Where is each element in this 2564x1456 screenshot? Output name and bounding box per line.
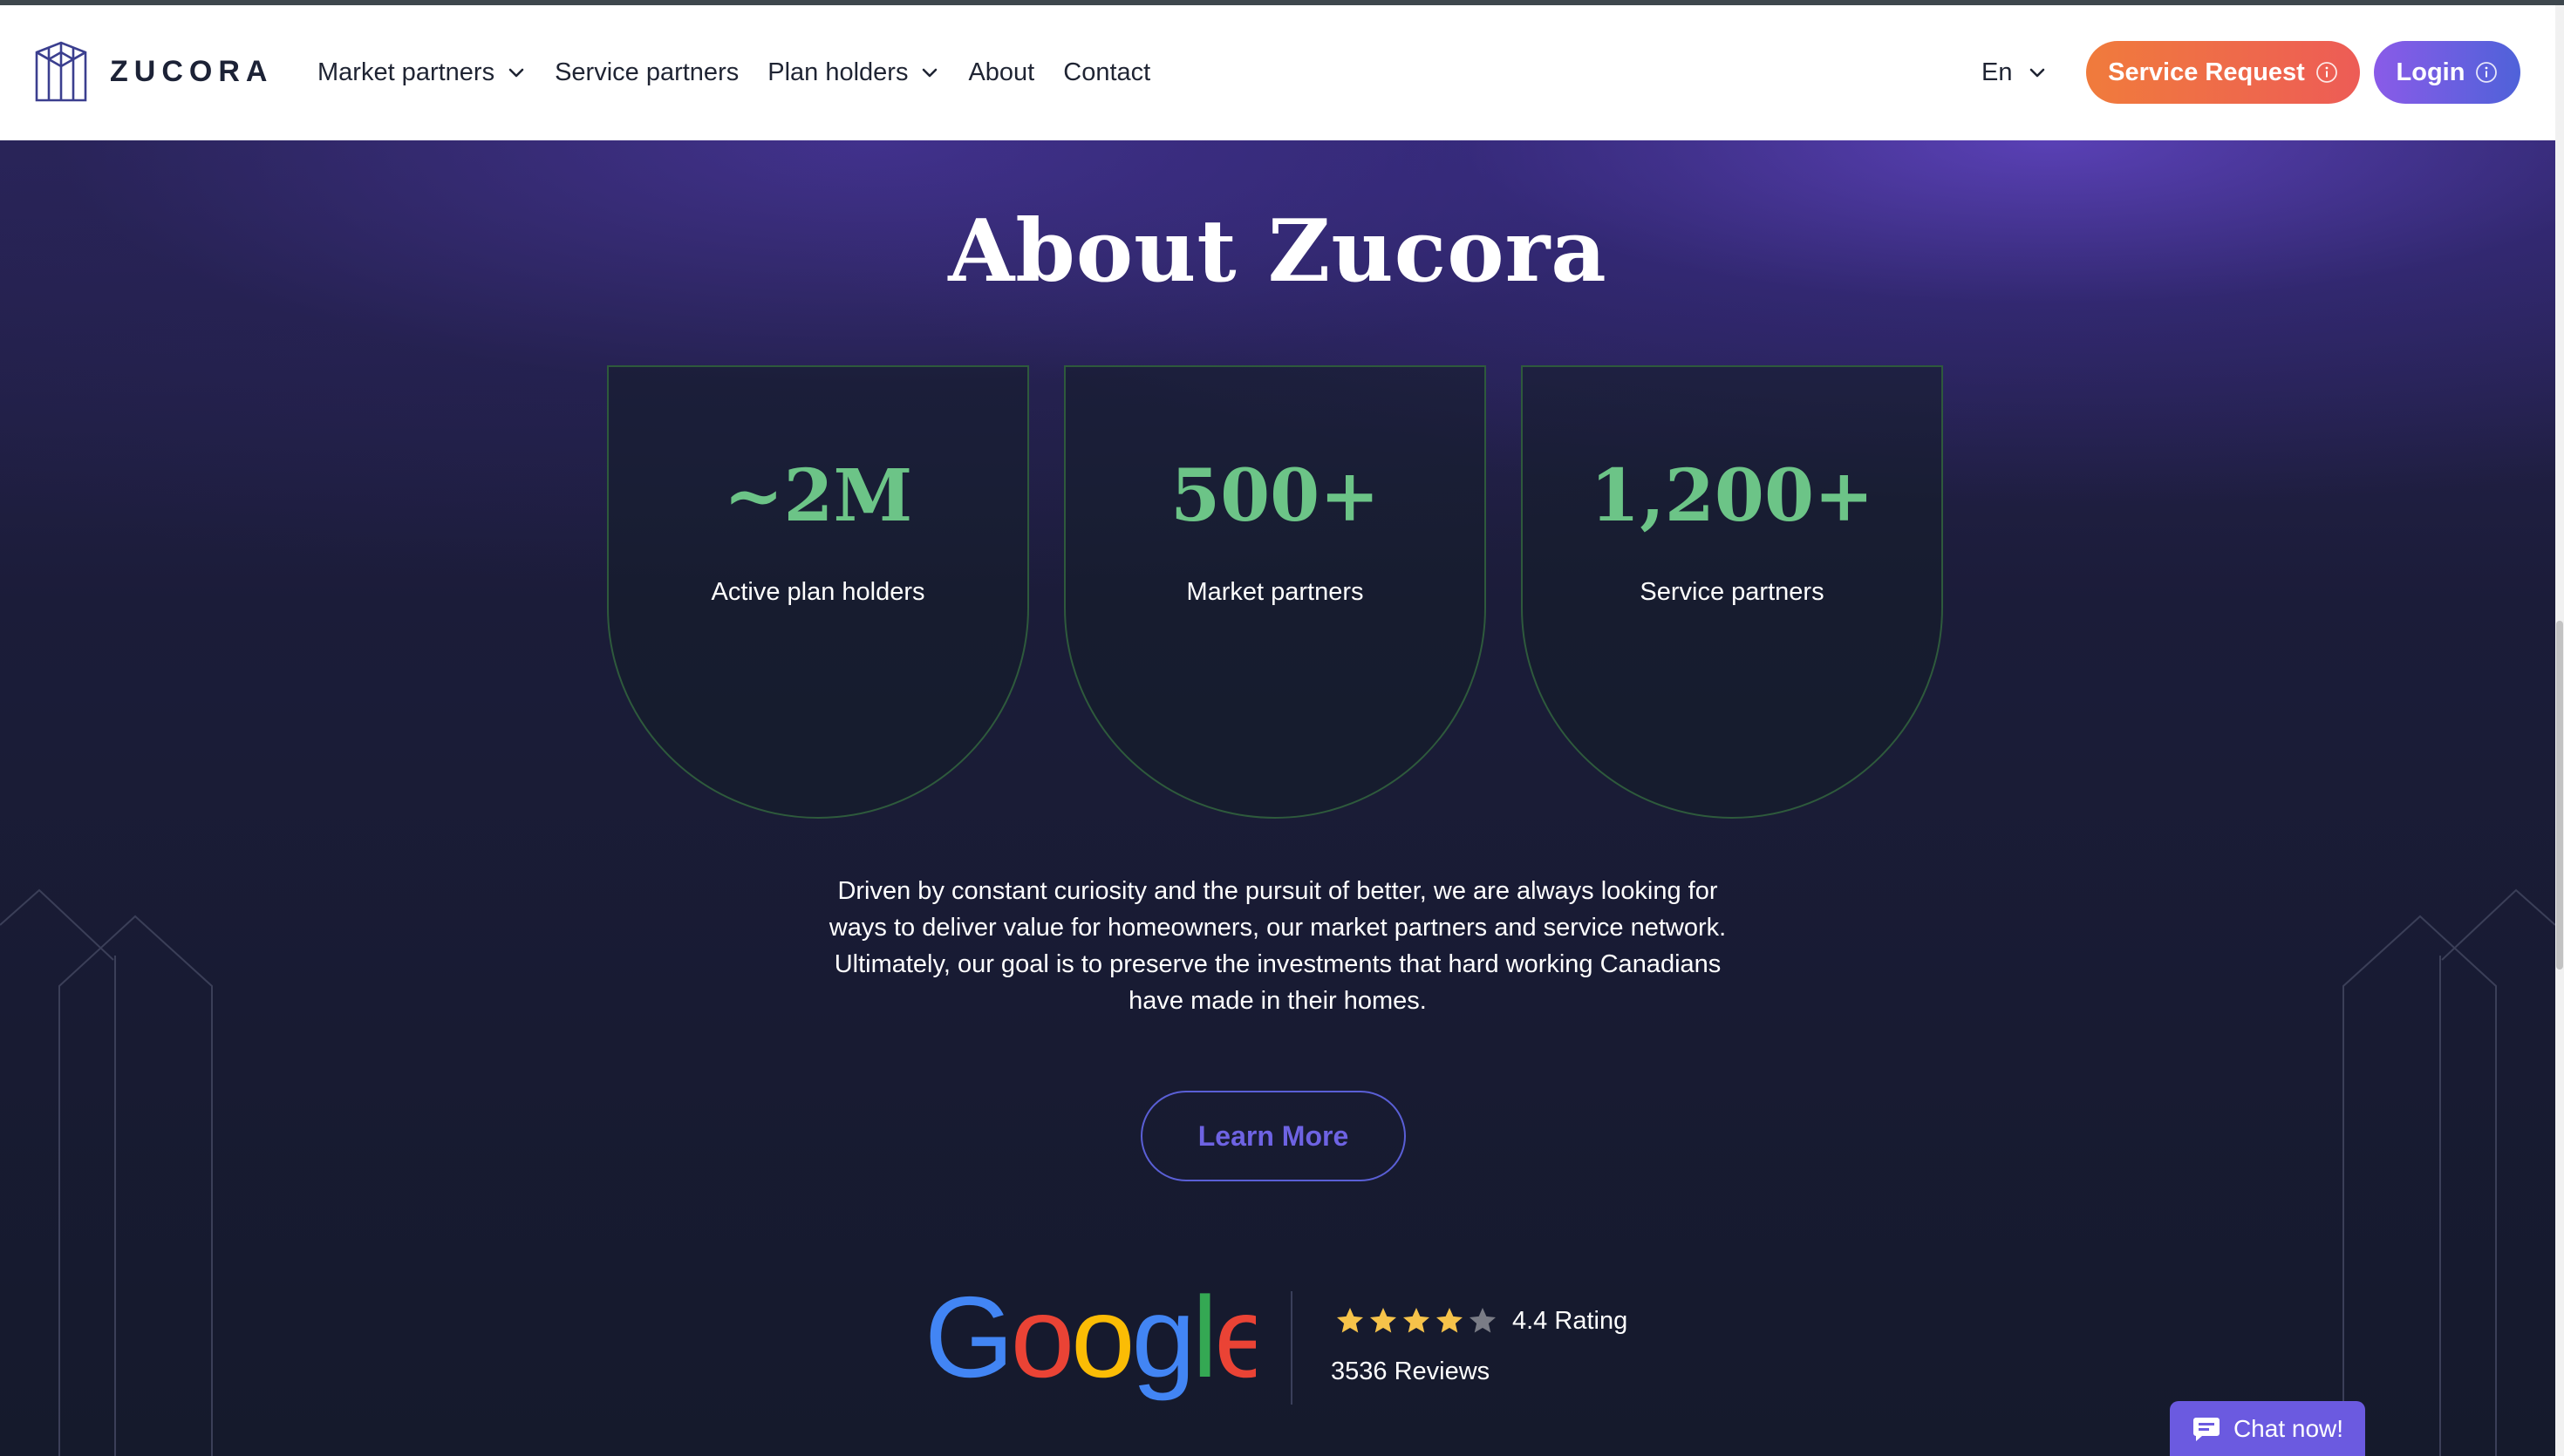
site-header: ZUCORA Market partners Service partners … xyxy=(0,5,2555,140)
login-label: Login xyxy=(2396,58,2465,86)
rating-divider xyxy=(1291,1291,1292,1405)
reviews-count: 3536 Reviews xyxy=(1331,1357,1490,1385)
star-icon xyxy=(1337,1308,1363,1333)
nav-plan-holders[interactable]: Plan holders xyxy=(767,58,939,87)
stat-card: ~2M Active plan holders xyxy=(607,365,1029,819)
about-section: About Zucora ~2M Active plan holders 500… xyxy=(0,140,2555,1456)
google-logo[interactable]: Google xyxy=(924,1283,1256,1413)
stat-label: Service partners xyxy=(1640,578,1824,606)
learn-more-label: Learn More xyxy=(1197,1119,1349,1152)
nav-contact[interactable]: Contact xyxy=(1063,58,1150,87)
stat-value: 500+ xyxy=(1170,454,1380,538)
stat-card: 500+ Market partners xyxy=(1064,365,1486,819)
house-outline-decoration xyxy=(2342,888,2555,1456)
language-label: En xyxy=(1981,58,2013,86)
page: ZUCORA Market partners Service partners … xyxy=(0,0,2564,1456)
stat-label: Market partners xyxy=(1186,578,1364,606)
page-title: About Zucora xyxy=(948,201,1607,302)
house-outline-decoration xyxy=(0,888,213,1456)
about-description: Driven by constant curiosity and the pur… xyxy=(829,877,1727,1015)
zucora-logo[interactable]: ZUCORA xyxy=(33,40,273,103)
nav-label: Market partners xyxy=(317,58,495,86)
info-icon xyxy=(2315,62,2337,83)
rating-label: 4.4 Rating xyxy=(1512,1306,1628,1335)
main-nav: Market partners Service partners Plan ho… xyxy=(317,5,1179,140)
chat-bubble-icon xyxy=(2192,1417,2220,1441)
stat-value: 1,200+ xyxy=(1590,454,1874,538)
brand-name: ZUCORA xyxy=(110,54,274,88)
star-icon-empty xyxy=(1470,1308,1496,1333)
service-request-label: Service Request xyxy=(2108,58,2305,86)
star-icon xyxy=(1403,1308,1429,1333)
chevron-down-icon xyxy=(2030,68,2045,77)
chat-now-button[interactable]: Chat now! xyxy=(2170,1401,2365,1456)
house-logo-icon xyxy=(35,41,87,102)
chat-label: Chat now! xyxy=(2233,1414,2344,1442)
learn-more-button[interactable]: Learn More xyxy=(1141,1091,1406,1181)
stat-card: 1,200+ Service partners xyxy=(1521,365,1943,819)
info-icon xyxy=(2476,62,2498,83)
nav-service-partners[interactable]: Service partners xyxy=(555,58,739,87)
star-icon xyxy=(1436,1308,1463,1333)
star-icon xyxy=(1370,1308,1396,1333)
star-rating: 4.4 Rating xyxy=(1334,1305,1627,1337)
scrollbar-thumb[interactable] xyxy=(2556,621,2563,970)
nav-market-partners[interactable]: Market partners xyxy=(317,58,526,87)
stat-label: Active plan holders xyxy=(711,578,925,606)
stat-value: ~2M xyxy=(723,454,913,538)
chevron-down-icon xyxy=(923,68,938,77)
nav-label: About xyxy=(968,58,1035,86)
service-request-button[interactable]: Service Request xyxy=(2086,41,2360,104)
login-button[interactable]: Login xyxy=(2374,41,2520,104)
language-selector[interactable]: En xyxy=(1981,5,2047,140)
nav-label: Service partners xyxy=(555,58,740,86)
nav-about[interactable]: About xyxy=(968,58,1034,87)
chevron-down-icon xyxy=(508,68,524,77)
nav-label: Plan holders xyxy=(767,58,909,86)
nav-label: Contact xyxy=(1063,58,1151,86)
svg-text:Google: Google xyxy=(924,1283,1256,1401)
